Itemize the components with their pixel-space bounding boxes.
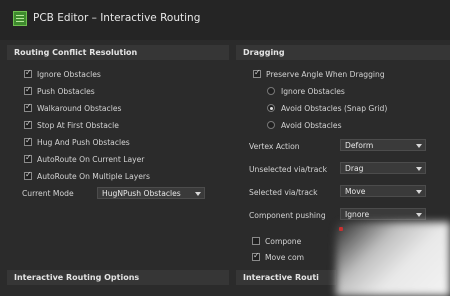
component-pushing-select[interactable]: Ignore (340, 208, 426, 220)
radio-avoid-obstacles[interactable]: Avoid Obstacles (267, 119, 342, 131)
move-component-checkbox[interactable]: Move com (252, 251, 304, 263)
checkbox-box[interactable] (24, 170, 32, 180)
chevron-down-icon (195, 192, 201, 196)
radio-avoid-obstacles-snap-grid[interactable]: Avoid Obstacles (Snap Grid) (267, 102, 387, 114)
radio-button[interactable] (267, 104, 275, 112)
chevron-down-icon (416, 144, 422, 148)
component-pushing-value: Ignore (345, 210, 370, 219)
radio-button[interactable] (267, 121, 275, 129)
radio-button[interactable] (267, 87, 275, 95)
current-mode-label: Current Mode (22, 189, 74, 198)
checkbox-box[interactable] (252, 237, 260, 245)
radio-ignore-obstacles[interactable]: Ignore Obstacles (267, 85, 345, 97)
window-title: PCB Editor – Interactive Routing (33, 12, 201, 24)
checkbox-label: Stop At First Obstacle (37, 120, 119, 130)
preserve-angle-checkbox[interactable]: Preserve Angle When Dragging (253, 68, 385, 80)
component-option-checkbox[interactable]: Compone (252, 235, 301, 247)
checkbox-label: Hug And Push Obstacles (37, 137, 130, 147)
checkbox-box[interactable] (24, 153, 32, 163)
unselected-via-track-select[interactable]: Drag (340, 162, 426, 174)
checkbox-label: AutoRoute On Current Layer (37, 154, 145, 164)
section-header-interactive-routing: Interactive Routi (236, 270, 336, 285)
current-mode-select[interactable]: HugNPush Obstacles (97, 187, 205, 199)
selected-via-track-value: Move (345, 187, 366, 196)
overlay-glare (336, 222, 450, 296)
checkbox-box[interactable] (24, 85, 32, 95)
autoroute-current-layer-checkbox[interactable]: AutoRoute On Current Layer (24, 153, 144, 165)
checkbox-label: AutoRoute On Multiple Layers (37, 171, 150, 181)
chevron-down-icon (416, 190, 422, 194)
chevron-down-icon (416, 213, 422, 217)
section-header-interactive-routing-options: Interactive Routing Options (7, 270, 229, 285)
checkbox-label: Move com (265, 252, 304, 262)
radio-label: Ignore Obstacles (281, 86, 345, 96)
selected-via-track-select[interactable]: Move (340, 185, 426, 197)
unselected-via-track-label: Unselected via/track (249, 165, 327, 174)
vertex-action-select[interactable]: Deform (340, 139, 426, 151)
pcb-app-icon (13, 11, 27, 26)
checkbox-label: Push Obstacles (37, 86, 95, 96)
autoroute-multiple-layers-checkbox[interactable]: AutoRoute On Multiple Layers (24, 170, 150, 182)
title-bar: PCB Editor – Interactive Routing (0, 0, 450, 40)
walkaround-obstacles-checkbox[interactable]: Walkaround Obstacles (24, 102, 121, 114)
checkbox-box[interactable] (24, 68, 32, 78)
push-obstacles-checkbox[interactable]: Push Obstacles (24, 85, 95, 97)
checkbox-box[interactable] (24, 102, 32, 112)
selected-via-track-label: Selected via/track (249, 188, 318, 197)
checkbox-box[interactable] (253, 68, 261, 78)
current-mode-value: HugNPush Obstacles (102, 189, 181, 198)
ignore-obstacles-checkbox[interactable]: Ignore Obstacles (24, 68, 101, 80)
red-marker-icon (339, 227, 343, 231)
chevron-down-icon (416, 167, 422, 171)
section-header-routing-conflict: Routing Conflict Resolution (7, 45, 229, 60)
checkbox-box[interactable] (24, 136, 32, 146)
radio-label: Avoid Obstacles (281, 120, 342, 130)
checkbox-label: Compone (265, 236, 302, 246)
component-pushing-label: Component pushing (249, 211, 326, 220)
stop-at-first-obstacle-checkbox[interactable]: Stop At First Obstacle (24, 119, 119, 131)
checkbox-box[interactable] (24, 119, 32, 129)
checkbox-box[interactable] (252, 251, 260, 261)
radio-label: Avoid Obstacles (Snap Grid) (281, 103, 388, 113)
checkbox-label: Walkaround Obstacles (37, 103, 122, 113)
section-header-dragging: Dragging (236, 45, 450, 60)
hug-and-push-obstacles-checkbox[interactable]: Hug And Push Obstacles (24, 136, 130, 148)
checkbox-label: Ignore Obstacles (37, 69, 101, 79)
vertex-action-label: Vertex Action (249, 142, 300, 151)
checkbox-label: Preserve Angle When Dragging (266, 69, 385, 79)
vertex-action-value: Deform (345, 141, 374, 150)
unselected-via-track-value: Drag (345, 164, 364, 173)
